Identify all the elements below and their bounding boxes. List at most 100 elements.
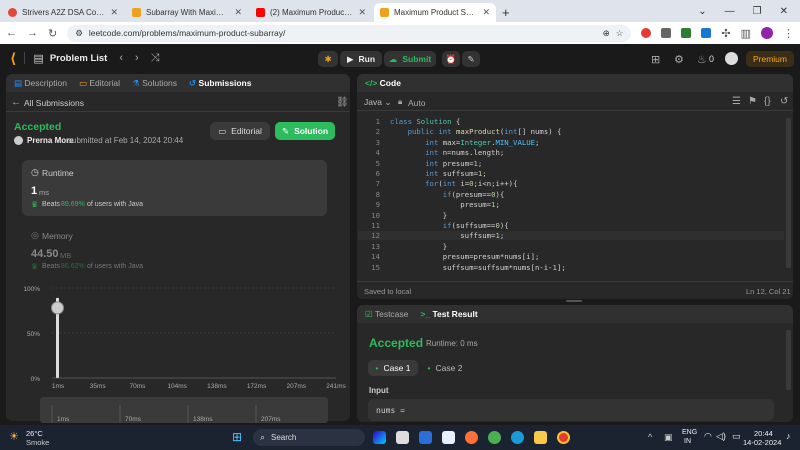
zoom-icon[interactable]: ⊕ — [603, 28, 610, 39]
language-in[interactable]: IN — [684, 438, 691, 445]
profile-avatar[interactable] — [761, 27, 773, 39]
copilot-icon[interactable] — [373, 431, 386, 444]
restore-icon[interactable]: ❐ — [753, 6, 762, 17]
clock-date[interactable]: 14-02-2024 — [743, 438, 781, 447]
extension-green-icon[interactable] — [681, 28, 692, 38]
code-line[interactable]: } — [390, 211, 447, 220]
close-tab-icon[interactable]: ✕ — [110, 7, 118, 18]
author-name[interactable]: Prerna More — [27, 136, 74, 145]
close-tab-icon[interactable]: ✕ — [482, 7, 490, 18]
leetcode-logo-icon[interactable]: ⟨ — [10, 50, 16, 67]
taskbar-search[interactable] — [253, 429, 365, 446]
bookmark-icon[interactable]: ⚑ — [748, 96, 757, 107]
debug-button[interactable]: ✱ — [318, 51, 338, 67]
weather-icon[interactable]: ☀ — [9, 430, 19, 443]
chrome-alt-icon[interactable] — [488, 431, 501, 444]
reload-icon[interactable]: ↻ — [48, 27, 57, 40]
code-line[interactable]: int n=nums.length; — [390, 148, 504, 157]
solution-button[interactable]: ✎ Solution — [275, 122, 335, 140]
problem-list-icon[interactable]: ▤ — [33, 52, 43, 65]
windows-start-icon[interactable]: ⊞ — [232, 430, 242, 444]
result-scrollbar[interactable] — [786, 330, 791, 390]
editorial-button[interactable]: ▭ Editorial — [210, 122, 270, 140]
code-line[interactable]: suffsum=suffsum*nums[n-i-1]; — [390, 263, 566, 272]
clock-time[interactable]: 20:44 — [754, 429, 773, 438]
browser-tab-leetcode[interactable]: Maximum Product Subarray - L ✕ — [374, 3, 496, 22]
code-line[interactable]: suffsum=1; — [390, 231, 504, 240]
extensions-puzzle-icon[interactable]: ✣ — [721, 27, 730, 40]
tab-editorial[interactable]: ▭ Editorial — [79, 78, 120, 89]
code-line[interactable]: presum=1; — [390, 200, 500, 209]
tab-solutions[interactable]: ⚗ Solutions — [132, 78, 177, 89]
volume-icon[interactable]: ◁) — [716, 431, 726, 442]
chrome-menu-icon[interactable]: ⋮ — [783, 27, 794, 40]
code-line[interactable]: int suffsum=1; — [390, 169, 487, 178]
url-text[interactable]: leetcode.com/problems/maximum-product-su… — [89, 28, 597, 38]
browser-tab-gfg[interactable]: Subarray With Maximum Produ ✕ — [126, 3, 248, 22]
back-arrow-icon[interactable]: ← — [11, 97, 21, 108]
user-avatar[interactable] — [725, 52, 738, 65]
tab-testcase[interactable]: ☑ Testcase — [365, 309, 408, 320]
close-window-icon[interactable]: ✕ — [780, 6, 788, 17]
braces-icon[interactable]: {} — [764, 96, 771, 107]
forward-arrow-icon[interactable]: → — [27, 27, 38, 39]
extension-gray-icon[interactable] — [661, 28, 672, 38]
extension-blue-icon[interactable] — [701, 28, 712, 38]
weather-desc[interactable]: Smoke — [26, 438, 49, 447]
alarm-clock-button[interactable]: ⏰ — [442, 51, 460, 67]
notes-button[interactable]: ✎ — [462, 51, 480, 67]
chrome-icon[interactable] — [557, 431, 570, 444]
browser-tab-youtube[interactable]: (2) Maximum Product Subarray ✕ — [250, 3, 372, 22]
language-eng[interactable]: ENG — [682, 429, 697, 436]
code-line[interactable]: if(presum==0){ — [390, 190, 505, 199]
reset-icon[interactable]: ↺ — [780, 96, 788, 107]
extension-red-icon[interactable] — [641, 28, 652, 38]
fire-streak-icon[interactable]: ♨ — [697, 53, 707, 66]
close-tab-icon[interactable]: ✕ — [234, 7, 242, 18]
firefox-icon[interactable] — [465, 431, 478, 444]
case-1-tab[interactable]: • Case 1 — [368, 360, 418, 376]
weather-temp[interactable]: 26°C — [26, 429, 43, 438]
layout-grid-icon[interactable]: ⊞ — [651, 53, 660, 66]
new-tab-button[interactable]: + — [502, 3, 510, 22]
language-select[interactable]: Java ⌄ — [364, 97, 391, 108]
tab-description[interactable]: ▤ Description — [14, 78, 67, 89]
minimize-icon[interactable]: — — [725, 6, 735, 17]
tray-chevron-icon[interactable]: ^ — [648, 432, 652, 442]
next-problem-icon[interactable]: › — [135, 52, 139, 64]
editor-scrollbar[interactable] — [786, 118, 791, 268]
format-icon[interactable]: ☰ — [732, 96, 741, 107]
code-line[interactable]: public int maxProduct(int[] nums) { — [390, 127, 562, 136]
auto-mode-label[interactable]: Auto — [408, 98, 426, 108]
chevron-down-icon[interactable]: ⌄ — [698, 6, 706, 17]
shuffle-icon[interactable]: ⤨ — [151, 52, 160, 65]
problem-list-link[interactable]: Problem List — [50, 53, 108, 64]
code-tab[interactable]: </> Code — [365, 78, 401, 88]
case-2-tab[interactable]: • Case 2 — [424, 360, 466, 376]
submit-button[interactable]: ☁ Submit — [384, 51, 436, 67]
share-link-icon[interactable]: ⛓ — [336, 97, 349, 108]
bookmark-star-icon[interactable]: ☆ — [616, 28, 624, 39]
code-line[interactable]: } — [390, 242, 447, 251]
premium-button[interactable]: Premium — [746, 51, 794, 67]
code-line[interactable]: for(int i=0;i<n;i++){ — [390, 179, 517, 188]
omnibox[interactable]: ⚙ leetcode.com/problems/maximum-product-… — [67, 24, 632, 42]
task-view-icon[interactable] — [396, 431, 409, 444]
settings-gear-icon[interactable]: ⚙ — [674, 53, 684, 66]
code-line[interactable]: int presum=1; — [390, 159, 482, 168]
tab-test-result[interactable]: >_ Test Result — [420, 309, 477, 319]
all-submissions-link[interactable]: All Submissions — [24, 98, 84, 108]
code-line[interactable]: int max=Integer.MIN_VALUE; — [390, 138, 539, 147]
tray-app-icon[interactable]: ▣ — [664, 432, 673, 443]
resize-handle[interactable] — [566, 300, 582, 302]
tab-submissions[interactable]: ↺ Submissions — [189, 78, 251, 89]
sidepanel-icon[interactable]: ▥ — [741, 27, 751, 40]
wifi-icon[interactable]: ◠ — [704, 431, 712, 442]
browser-tab-striver[interactable]: Strivers A2Z DSA Course/Sheet ✕ — [2, 3, 124, 22]
site-info-icon[interactable]: ⚙ — [75, 28, 83, 39]
code-line[interactable]: if(suffsum==0){ — [390, 221, 509, 230]
run-button[interactable]: ▶ Run — [340, 51, 382, 67]
code-line[interactable]: class Solution { — [390, 117, 460, 126]
microsoft-store-icon[interactable] — [419, 431, 432, 444]
app-icon[interactable] — [442, 431, 455, 444]
